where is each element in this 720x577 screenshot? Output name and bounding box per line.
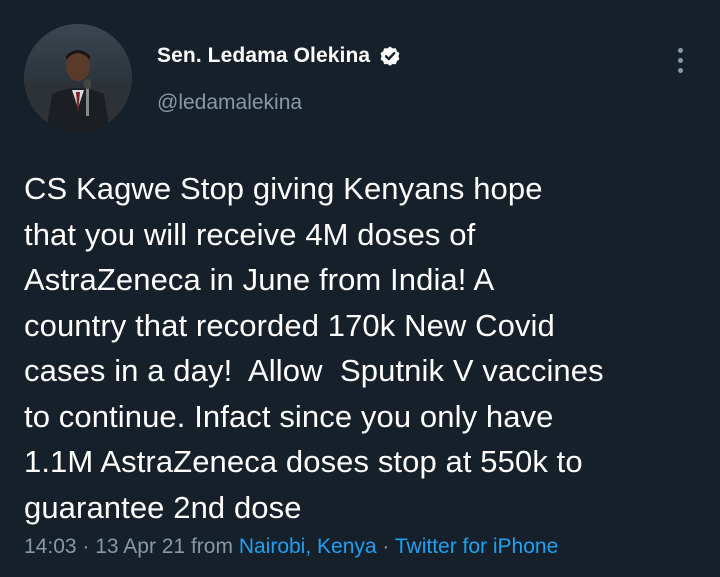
- display-name[interactable]: Sen. Ledama Olekina: [157, 44, 370, 68]
- tweet-date[interactable]: 13 Apr 21: [95, 535, 185, 558]
- source-link[interactable]: Twitter for iPhone: [395, 535, 558, 558]
- tweet-text: CS Kagwe Stop giving Kenyans hope that y…: [24, 171, 604, 525]
- meta-separator: ·: [76, 535, 96, 558]
- user-handle[interactable]: @ledamalekina: [157, 91, 302, 115]
- name-row: Sen. Ledama Olekina: [157, 44, 402, 68]
- more-dot: [677, 57, 683, 63]
- tweet-time[interactable]: 14:03: [24, 535, 77, 558]
- verified-badge-icon: [378, 44, 402, 68]
- location-link[interactable]: Nairobi, Kenya: [239, 535, 377, 558]
- more-dot: [677, 67, 683, 73]
- meta-separator: ·: [376, 535, 395, 558]
- tweet-card: Sen. Ledama Olekina @ledamalekina CS Kag…: [0, 0, 720, 577]
- more-options-icon[interactable]: [668, 40, 692, 80]
- avatar-image: [24, 24, 132, 132]
- avatar[interactable]: [24, 24, 132, 132]
- from-label: from: [185, 535, 239, 558]
- tweet-meta: 14:03 · 13 Apr 21 from Nairobi, Kenya · …: [24, 535, 558, 559]
- more-dot: [677, 47, 683, 53]
